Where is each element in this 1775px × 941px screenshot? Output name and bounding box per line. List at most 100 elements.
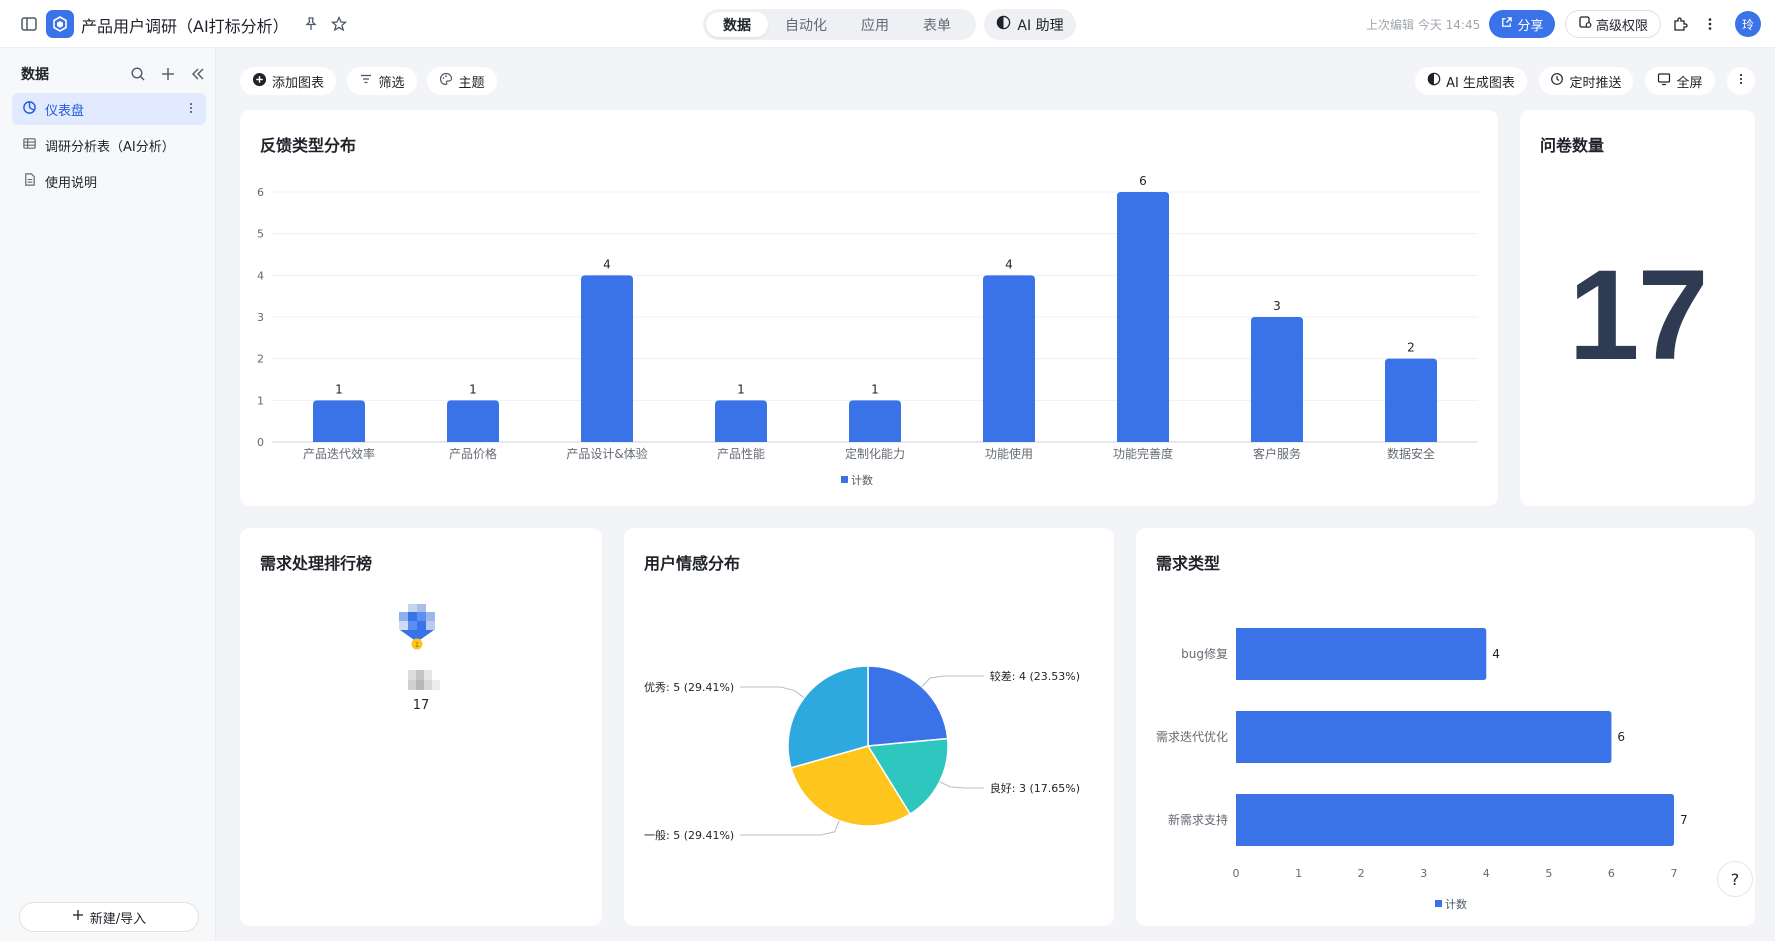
toolbar-more-button[interactable] <box>1727 67 1755 95</box>
pie-leader-line <box>921 675 984 688</box>
tab-data[interactable]: 数据 <box>706 12 768 37</box>
y-tick-label: 5 <box>257 228 264 241</box>
tab-automation[interactable]: 自动化 <box>768 12 844 37</box>
advanced-permission-button[interactable]: 高级权限 <box>1565 10 1661 38</box>
pie-label: 一般: 5 (29.41%) <box>644 829 734 842</box>
sidebar-item-label: 调研分析表（AI分析） <box>45 139 175 155</box>
feedback-type-card[interactable]: 反馈类型分布 0 1 2 3 4 5 6 1 产品迭代效率 1 产品价格 4 产品设计&体验 1 产品性能 1… <box>240 110 1498 506</box>
bar <box>1251 317 1303 442</box>
x-tick-label: 7 <box>1671 867 1678 880</box>
help-button[interactable]: ? <box>1717 861 1753 897</box>
sidebar-toggle-icon[interactable] <box>17 12 41 36</box>
sidebar-item-analysis-table[interactable]: 调研分析表（AI分析） <box>12 129 206 161</box>
table-icon <box>22 136 37 155</box>
y-tick-label: 6 <box>257 186 264 199</box>
new-import-button[interactable]: 新建/导入 <box>19 902 199 932</box>
y-tick-label: 新需求支持 <box>1168 812 1228 827</box>
search-icon[interactable] <box>126 62 150 86</box>
theme-button[interactable]: 主题 <box>427 67 497 95</box>
fullscreen-button[interactable]: 全屏 <box>1645 67 1715 95</box>
x-tick-label: 2 <box>1358 867 1365 880</box>
theme-label: 主题 <box>458 75 485 91</box>
data-label: 4 <box>1005 257 1013 271</box>
x-tick-label: 产品迭代效率 <box>303 446 375 461</box>
card-title: 需求处理排行榜 <box>260 554 373 573</box>
y-tick-label: 需求迭代优化 <box>1156 730 1228 744</box>
legend-swatch <box>841 476 848 483</box>
star-icon[interactable] <box>327 12 351 36</box>
ai-assistant-button[interactable]: AI 助理 <box>984 9 1076 40</box>
fullscreen-label: 全屏 <box>1676 75 1703 91</box>
survey-count-card[interactable]: 问卷数量 17 <box>1520 110 1755 506</box>
y-tick-label: 4 <box>257 269 264 282</box>
bar <box>1236 711 1612 763</box>
demand-type-card[interactable]: 需求类型 0 1 2 3 4 5 6 7 4 bug修复 6 需求迭代优化 7 新需求支持 计数 <box>1136 528 1755 926</box>
tab-apps[interactable]: 应用 <box>844 12 906 37</box>
add-chart-label: 添加图表 <box>271 75 324 91</box>
pie-label: 良好: 3 (17.65%) <box>990 781 1080 795</box>
add-icon[interactable] <box>156 62 180 86</box>
x-tick-label: 5 <box>1545 867 1552 880</box>
add-chart-button[interactable]: 添加图表 <box>240 67 336 95</box>
x-tick-label: 数据安全 <box>1387 446 1435 461</box>
data-label: 1 <box>469 382 477 396</box>
ai-icon <box>996 15 1011 34</box>
ai-generate-chart-button[interactable]: AI 生成图表 <box>1415 67 1527 95</box>
y-tick-label: 0 <box>257 436 264 449</box>
sidebar-item-instructions[interactable]: 使用说明 <box>12 165 206 197</box>
pin-icon[interactable] <box>299 12 323 36</box>
legend-swatch <box>1435 900 1442 907</box>
share-icon <box>1500 16 1513 33</box>
tab-forms[interactable]: 表单 <box>906 12 968 37</box>
permission-icon <box>1578 15 1592 33</box>
ai-assistant-label: AI 助理 <box>1017 17 1064 34</box>
sidebar-item-dashboard[interactable]: 仪表盘 <box>12 93 206 125</box>
collapse-icon[interactable] <box>186 62 210 86</box>
doc-icon <box>22 172 37 191</box>
x-tick-label: 0 <box>1233 867 1240 880</box>
user-avatar[interactable]: 玲 <box>1735 11 1761 37</box>
y-tick-label: 1 <box>257 394 264 407</box>
sidebar: 数据 仪表盘 调研分析表（AI分析） 使用说明 新建/导入 <box>0 48 216 941</box>
x-tick-label: 客户服务 <box>1253 446 1301 461</box>
bar <box>849 400 901 442</box>
pie-leader-line <box>939 781 984 789</box>
new-import-label: 新建/导入 <box>89 911 147 927</box>
data-label: 4 <box>1492 647 1500 661</box>
bar <box>1385 358 1437 442</box>
demand-hbar-chart: 0 1 2 3 4 5 6 7 4 bug修复 6 需求迭代优化 7 新需求支持计数 <box>1156 628 1688 911</box>
ai-icon <box>1427 72 1441 90</box>
rank-avatar-medal-icon: 1 <box>394 604 440 658</box>
pie-slice <box>867 665 949 747</box>
palette-icon <box>439 72 453 90</box>
add-circle-icon <box>252 72 267 91</box>
mode-tabs: 数据 自动化 应用 表单 <box>703 9 976 40</box>
sidebar-header: 数据 <box>21 67 49 83</box>
data-label: 2 <box>1407 341 1415 355</box>
filter-button[interactable]: 筛选 <box>347 67 417 95</box>
plugin-icon[interactable] <box>1668 12 1692 36</box>
app-logo-icon <box>46 10 74 38</box>
x-tick-label: 6 <box>1608 867 1615 880</box>
ranking-card[interactable]: 需求处理排行榜 1 17 <box>240 528 602 926</box>
y-tick-label: 3 <box>257 311 264 324</box>
sentiment-card[interactable]: 用户情感分布 较差: 4 (23.53%) 良好: 3 (17.65%) 一般: 5… <box>624 528 1114 926</box>
scheduled-push-button[interactable]: 定时推送 <box>1539 67 1633 95</box>
data-label: 6 <box>1139 174 1147 188</box>
pie-label: 优秀: 5 (29.41%) <box>644 681 734 694</box>
x-tick-label: 1 <box>1295 867 1302 880</box>
sidebar-tools <box>126 62 210 86</box>
sidebar-item-label: 仪表盘 <box>45 103 85 119</box>
sentiment-pie-chart: 较差: 4 (23.53%) 良好: 3 (17.65%) 一般: 5 (29.41… <box>644 665 1080 842</box>
y-tick-label: 2 <box>257 353 264 366</box>
item-more-icon[interactable] <box>184 101 198 119</box>
x-tick-label: 产品价格 <box>449 446 497 461</box>
x-tick-label: 功能使用 <box>985 446 1033 461</box>
bar <box>715 400 767 442</box>
svg-text:1: 1 <box>415 641 419 649</box>
pie-label: 较差: 4 (23.53%) <box>990 669 1080 683</box>
share-button[interactable]: 分享 <box>1489 10 1555 38</box>
survey-count-value: 17 <box>1568 244 1708 387</box>
more-icon[interactable] <box>1698 12 1722 36</box>
document-title[interactable]: 产品用户调研（AI打标分析） <box>81 13 289 37</box>
